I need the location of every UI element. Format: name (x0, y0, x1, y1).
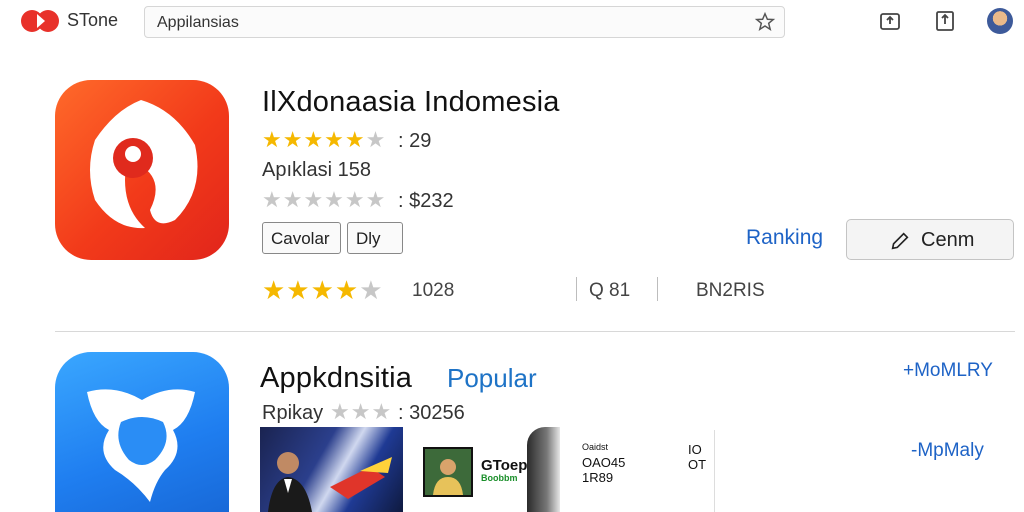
app1-subtitle: Apıklasi 158 (262, 159, 371, 181)
app1-price-stars: ★★★★★★ (262, 187, 387, 212)
popular-badge[interactable]: Popular (447, 363, 537, 394)
mini-column-1: Oaidst OAO45 1R89 (582, 440, 625, 485)
presenter-image (268, 452, 392, 512)
mini-text: OT (688, 457, 707, 472)
app2-screenshot-3[interactable] (527, 427, 560, 512)
search-input[interactable]: Appilansias (157, 14, 239, 32)
app2-screenshot-2[interactable] (423, 447, 473, 497)
section-divider (55, 331, 1015, 332)
app1-price: : $232 (398, 190, 454, 212)
user-avatar[interactable] (987, 8, 1013, 34)
app2-title[interactable]: Appkdnsitia (260, 362, 412, 395)
share-icon[interactable] (878, 9, 902, 33)
stats-divider (657, 277, 658, 301)
pencil-icon (891, 232, 909, 250)
app1-stats-rating: 1028 (412, 280, 455, 301)
chip-cavolar[interactable]: Cavolar (262, 222, 341, 254)
app2-screenshot-1[interactable] (260, 427, 403, 512)
mini-text: OAO45 (582, 455, 626, 470)
app1-stats-stars: ★★★★★ (262, 275, 384, 305)
search-bar[interactable]: Appilansias (144, 6, 785, 38)
app1-stats-code: BN2RIS (696, 280, 765, 301)
bookmark-star-icon[interactable] (754, 11, 776, 33)
app1-rating-count: : 29 (398, 130, 432, 152)
brand-name[interactable]: STone (67, 10, 118, 31)
app1-stats-search: Q 81 (589, 280, 631, 301)
mini-text: 1R89 (582, 470, 614, 485)
app1-title[interactable]: IlXdonaasia Indomesia (262, 86, 560, 119)
mini-column-2: IO OT (688, 442, 706, 472)
app2-subtitle: Rpikay (262, 402, 324, 424)
app2-icon[interactable] (55, 352, 229, 512)
more-link-2[interactable]: -MpMaly (911, 440, 984, 462)
screenshot-sublabel: Boobbm (481, 473, 518, 483)
portrait-image (425, 449, 471, 495)
chip-dly[interactable]: Dly (347, 222, 403, 254)
top-bar: STone Appilansias (0, 0, 1024, 44)
app2-rating-count: : 30256 (398, 402, 465, 424)
mini-text: Oaidst (582, 442, 609, 452)
location-pin-icon (90, 100, 198, 229)
mini-text: IO (688, 442, 702, 457)
stats-divider (576, 277, 577, 301)
screenshot-divider (714, 430, 715, 512)
fox-head-icon (87, 389, 195, 502)
app2-rating-stars: ★★★ (330, 399, 393, 424)
upload-icon[interactable] (933, 9, 957, 33)
app1-icon[interactable] (55, 80, 229, 260)
cemm-button[interactable]: Cenm (846, 219, 1014, 260)
ranking-link[interactable]: Ranking (746, 226, 823, 250)
more-link-1[interactable]: +MoMLRY (903, 360, 993, 382)
store-logo-icon[interactable] (20, 8, 60, 34)
screenshot-label: GToep (481, 457, 528, 474)
cemm-button-label: Cenm (921, 229, 975, 251)
app1-rating-stars: ★★★★★★ (262, 127, 387, 152)
